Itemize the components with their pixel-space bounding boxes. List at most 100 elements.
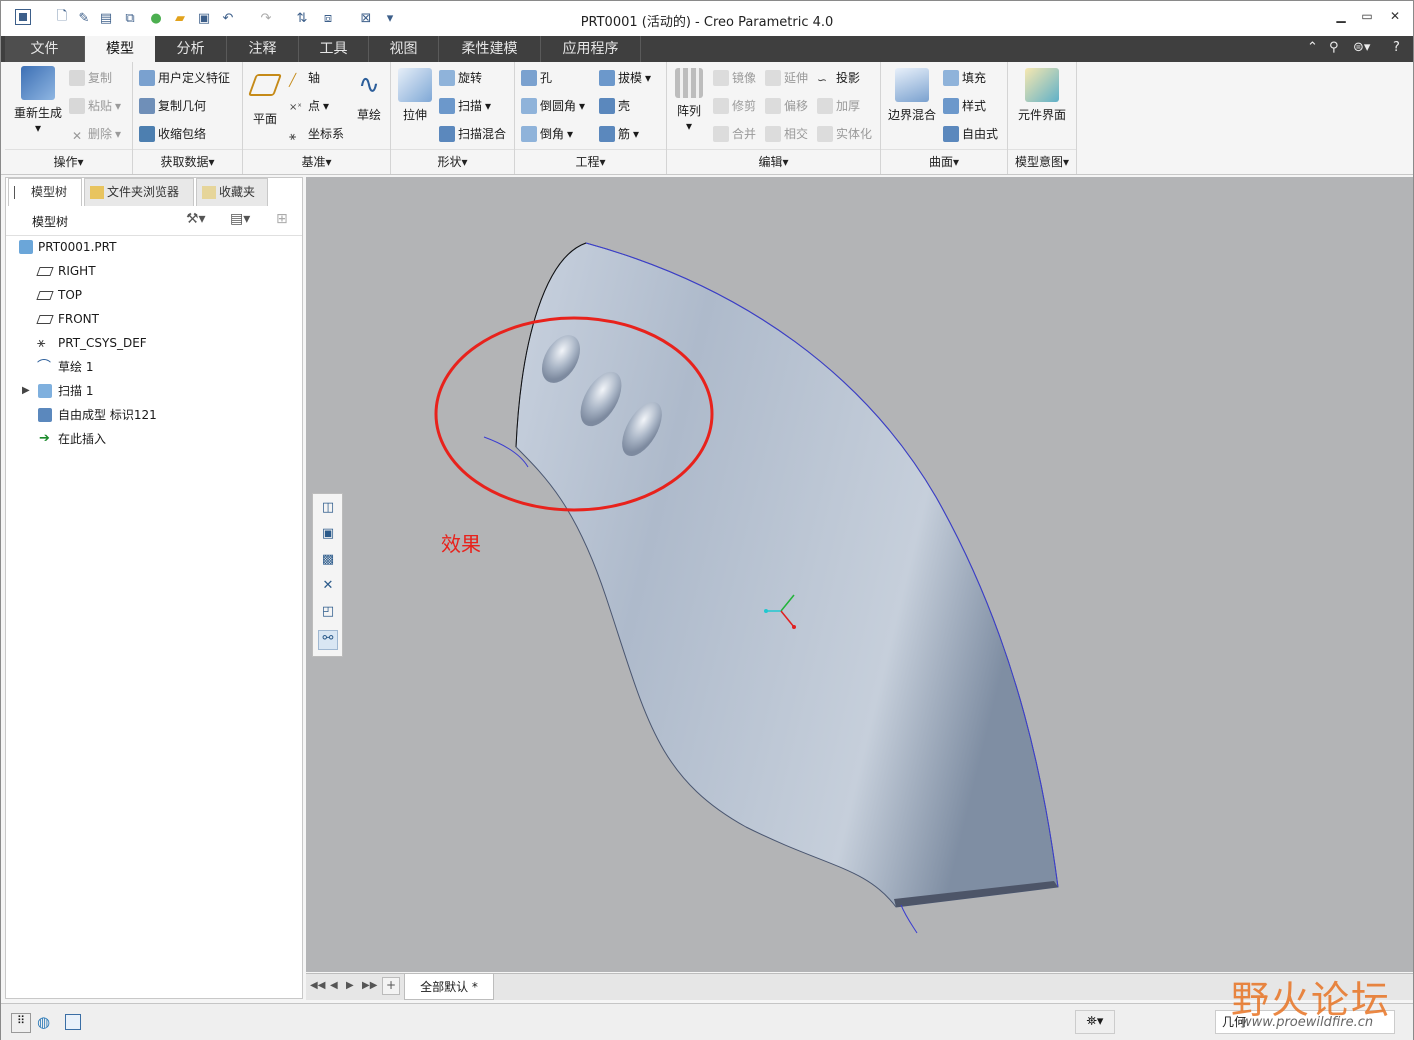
close-icon[interactable]: ✕ [1385, 9, 1405, 27]
tree-columns-icon[interactable]: ▤▾ [230, 211, 250, 227]
tab-model-tree[interactable]: 模型树 [8, 178, 82, 206]
extrude-button[interactable]: 拉伸 [395, 68, 435, 123]
tab-analysis[interactable]: 分析 [155, 36, 227, 62]
solidify-button[interactable]: 实体化 [817, 124, 872, 144]
extend-button[interactable]: 延伸 [765, 68, 808, 88]
tree-item-csys[interactable]: ⚹ PRT_CSYS_DEF [6, 331, 302, 355]
mirror-button[interactable]: 镜像 [713, 68, 756, 88]
thicken-button[interactable]: 加厚 [817, 96, 860, 116]
intersect-button[interactable]: 相交 [765, 124, 808, 144]
tree-settings-icon[interactable]: ⚒▾ [186, 211, 206, 227]
group-label-datum[interactable]: 基准▾ [243, 153, 390, 170]
merge-button[interactable]: 合并 [713, 124, 756, 144]
tree-item-freestyle[interactable]: 自由成型 标识121 [6, 403, 302, 427]
show-browser-icon[interactable]: ◍ [37, 1013, 50, 1031]
project-button[interactable]: ∽ 投影 [817, 68, 860, 88]
tab-applications[interactable]: 应用程序 [541, 36, 641, 62]
round-button[interactable]: 倒圆角 ▾ [521, 96, 585, 116]
tree-filter-icon[interactable]: ⊞ [276, 211, 288, 227]
refit-icon[interactable]: ◫ [318, 500, 338, 520]
display-style-icon[interactable]: ▩ [318, 552, 338, 572]
axis-button[interactable]: ╱ 轴 [289, 68, 320, 88]
trim-button[interactable]: 修剪 [713, 96, 756, 116]
group-label-get-data[interactable]: 获取数据▾ [133, 153, 242, 170]
delete-button[interactable]: ✕ 删除 ▾ [69, 124, 121, 144]
style-button[interactable]: 样式 [943, 96, 986, 116]
tab-flexible-modeling[interactable]: 柔性建模 [439, 36, 541, 62]
graphics-area[interactable] [306, 177, 1413, 972]
tab-annotate[interactable]: 注释 [227, 36, 299, 62]
revolve-button[interactable]: 旋转 [439, 68, 482, 88]
udf-button[interactable]: 用户定义特征 [139, 68, 230, 88]
intersect-icon [765, 126, 781, 142]
copy-button[interactable]: 复制 [69, 68, 112, 88]
plane-button[interactable]: 平面 [245, 68, 285, 127]
find-icon[interactable]: ⛯▾ [1075, 1010, 1115, 1034]
boundary-blend-button[interactable]: 边界混合 [885, 68, 939, 123]
saved-views-icon[interactable]: ◰ [318, 604, 338, 624]
tab-scroll-last-icon[interactable]: ▶▶ [362, 980, 377, 991]
add-tab-icon[interactable]: + [382, 977, 400, 995]
freestyle-button[interactable]: 自由式 [943, 124, 998, 144]
point-button[interactable]: ×ˣ 点 ▾ [289, 96, 329, 116]
pattern-button[interactable]: 阵列 ▾ [671, 68, 707, 133]
model-view [434, 242, 1059, 934]
offset-button[interactable]: 偏移 [765, 96, 808, 116]
spin-center-icon[interactable]: ⚯ [318, 630, 338, 650]
shrinkwrap-icon [139, 126, 155, 142]
tab-folder-browser[interactable]: 文件夹浏览器 [84, 178, 194, 206]
swept-part[interactable] [515, 242, 1059, 908]
tree-item-sweep[interactable]: ▶ 扫描 1 [6, 379, 302, 403]
tab-favorites[interactable]: 收藏夹 [196, 178, 268, 206]
regenerate-button[interactable]: 重新生成 ▾ [9, 66, 67, 135]
copy-geometry-button[interactable]: 复制几何 [139, 96, 206, 116]
component-interface-button[interactable]: 元件界面 [1010, 68, 1074, 123]
tab-view[interactable]: 视图 [369, 36, 439, 62]
minimize-icon[interactable]: ▁ [1331, 9, 1351, 27]
maximize-icon[interactable]: ▭ [1357, 9, 1377, 27]
chamfer-button[interactable]: 倒角 ▾ [521, 124, 573, 144]
group-label-editing[interactable]: 编辑▾ [667, 153, 880, 170]
datum-display-icon[interactable]: ✕ [318, 578, 338, 598]
group-label-surfaces[interactable]: 曲面▾ [881, 153, 1007, 170]
tab-scroll-prev-icon[interactable]: ◀ [330, 980, 338, 991]
swept-blend-button[interactable]: 扫描混合 [439, 124, 506, 144]
tree-item-insert-here[interactable]: ➔ 在此插入 [6, 427, 302, 451]
tab-tools[interactable]: 工具 [299, 36, 369, 62]
rib-button[interactable]: 筋 ▾ [599, 124, 639, 144]
tab-all-default[interactable]: 全部默认 * [404, 974, 494, 1000]
tree-item-right[interactable]: RIGHT [6, 259, 302, 283]
full-screen-icon[interactable] [65, 1014, 81, 1030]
pattern-icon [675, 68, 703, 98]
tree-item-top[interactable]: TOP [6, 283, 302, 307]
tree-item-front[interactable]: FRONT [6, 307, 302, 331]
paste-button[interactable]: 粘贴 ▾ [69, 96, 121, 116]
model-tree-header: 模型树 ⚒▾ ▤▾ ⊞ [6, 206, 302, 236]
tab-model[interactable]: 模型 [85, 36, 155, 62]
tree-item-part[interactable]: PRT0001.PRT [6, 235, 302, 259]
hole-button[interactable]: 孔 [521, 68, 552, 88]
tab-file[interactable]: 文件 [5, 36, 85, 62]
help-icon[interactable]: ⊜▾ [1353, 40, 1370, 55]
expand-arrow-icon[interactable]: ▶ [22, 379, 32, 396]
show-navigator-icon[interactable]: ⠿ [11, 1013, 31, 1033]
group-label-engineering[interactable]: 工程▾ [515, 153, 666, 170]
zoom-icon[interactable]: ▣ [318, 526, 338, 546]
collapse-ribbon-icon[interactable]: ⌃ [1307, 40, 1318, 55]
group-label-model-intent[interactable]: 模型意图▾ [1008, 153, 1076, 170]
tab-scroll-first-icon[interactable]: ◀◀ [310, 980, 325, 991]
tab-scroll-next-icon[interactable]: ▶ [346, 980, 354, 991]
shrinkwrap-button[interactable]: 收缩包络 [139, 124, 206, 144]
fill-button[interactable]: 填充 [943, 68, 986, 88]
group-label-shapes[interactable]: 形状▾ [391, 153, 514, 170]
help-question-icon[interactable]: ? [1393, 40, 1400, 55]
search-icon[interactable]: ⚲ [1329, 40, 1339, 55]
tree-item-sketch[interactable]: ⌒ 草绘 1 [6, 355, 302, 379]
shell-button[interactable]: 壳 [599, 96, 630, 116]
csys-button[interactable]: ⚹ 坐标系 [289, 124, 344, 144]
sketch-button[interactable]: ∿ 草绘 [349, 68, 389, 123]
sweep-button[interactable]: 扫描 ▾ [439, 96, 491, 116]
draft-button[interactable]: 拔模 ▾ [599, 68, 651, 88]
group-label-operations[interactable]: 操作▾ [5, 153, 132, 170]
ribbon-tab-bar: 文件 模型 分析 注释 工具 视图 柔性建模 应用程序 ⌃ ⚲ ⊜▾ ? [1, 36, 1413, 62]
